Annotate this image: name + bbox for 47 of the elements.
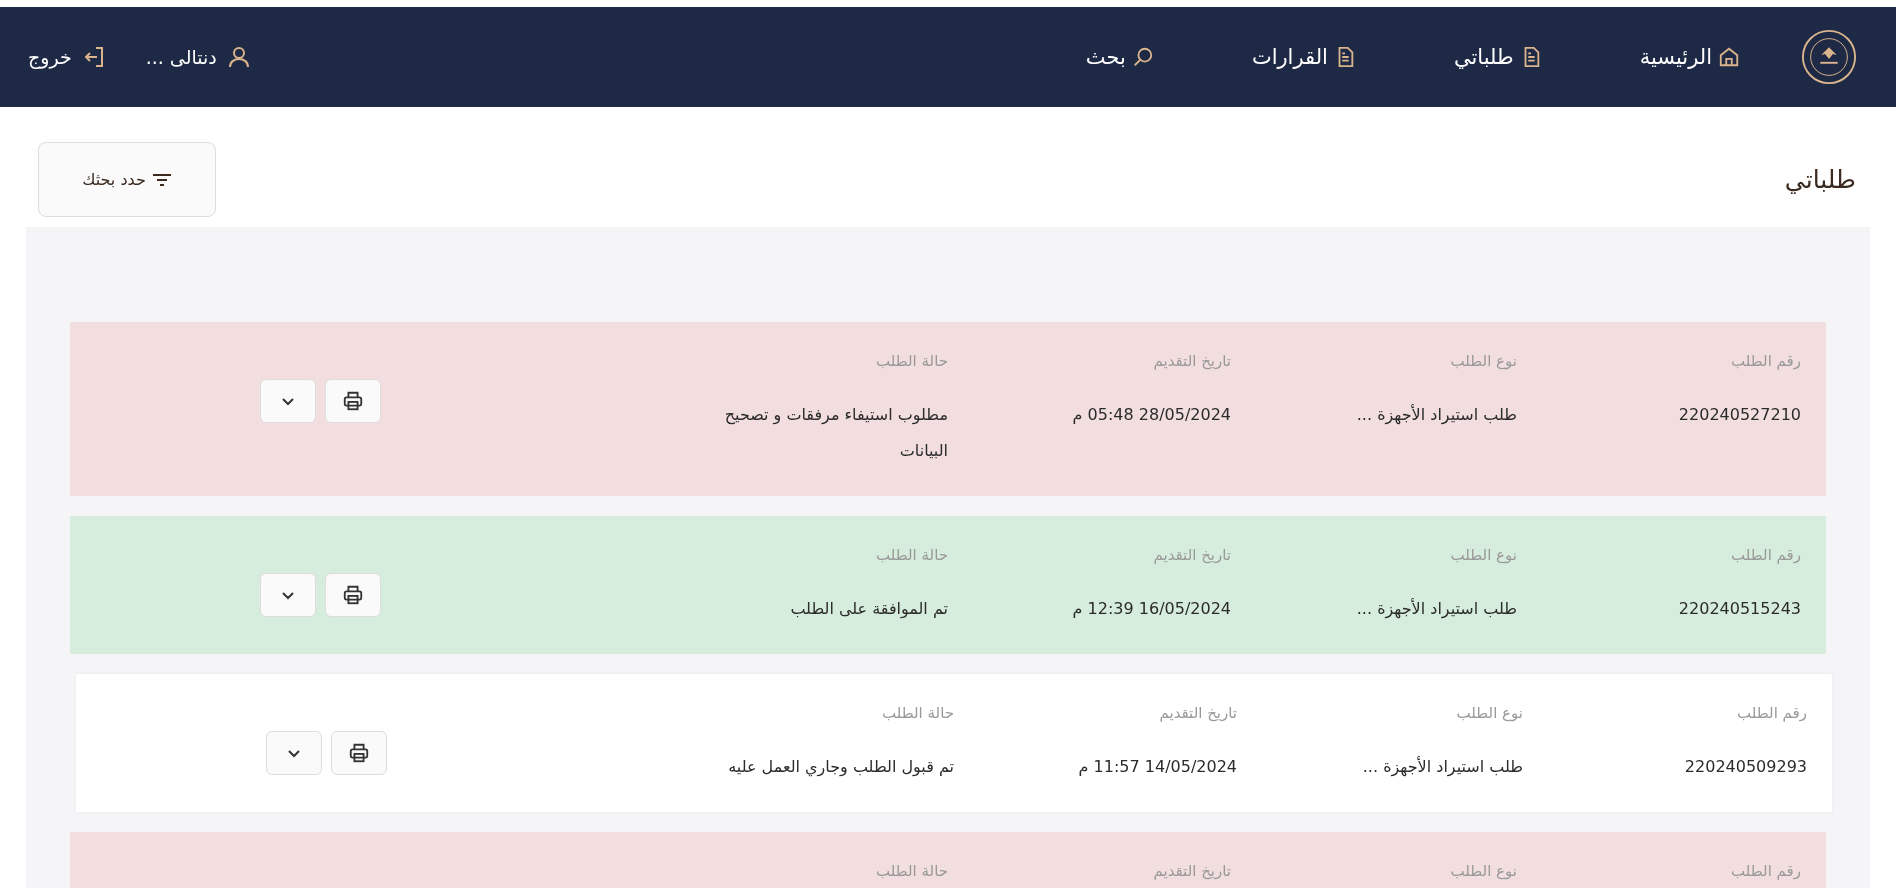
- field-label: تاريخ التقديم: [1158, 704, 1237, 722]
- page-title: طلباتي: [1784, 165, 1856, 194]
- field-label: رقم الطلب: [1730, 352, 1801, 370]
- field-label: نوع الطلب: [1449, 546, 1517, 564]
- field-value: 16/05/2024 12:39 م: [1071, 598, 1231, 620]
- field-label: رقم الطلب: [1730, 546, 1801, 564]
- printer-icon: [348, 742, 370, 764]
- field-label: تاريخ التقديم: [1152, 352, 1231, 370]
- nav-link[interactable]: القرارات: [1251, 45, 1356, 69]
- filter-icon: [151, 171, 172, 188]
- field-value: 220240509293: [1683, 756, 1807, 778]
- print-button[interactable]: [331, 731, 387, 775]
- field-value: طلب استيراد الأجهزة ...: [1355, 597, 1517, 621]
- field-label: حالة الطلب: [881, 704, 954, 722]
- field-value: 14/05/2024 11:57 م: [1077, 756, 1237, 778]
- print-button[interactable]: [325, 573, 381, 617]
- user-icon: [226, 45, 251, 69]
- printer-icon: [342, 390, 364, 412]
- printer-icon: [342, 584, 364, 606]
- field-value: تم الموافقة على الطلب: [789, 598, 948, 620]
- field-value: 28/05/2024 05:48 م: [1071, 404, 1231, 426]
- home-icon: [1718, 46, 1740, 68]
- field-label: تاريخ التقديم: [1152, 546, 1231, 564]
- field-value: 220240515243: [1677, 598, 1801, 620]
- field-value: طلب استيراد الأجهزة ...: [1355, 403, 1517, 427]
- field-value: طلب استيراد الأجهزة ...: [1361, 755, 1523, 779]
- field-label: تاريخ التقديم: [1152, 862, 1231, 880]
- field-label: حالة الطلب: [875, 546, 948, 564]
- field-label: نوع الطلب: [1455, 704, 1523, 722]
- field-value: مطلوب استيفاء مرفقات و تصحيح البيانات: [723, 404, 948, 462]
- print-button[interactable]: [325, 379, 381, 423]
- field-label: رقم الطلب: [1736, 704, 1807, 722]
- field-label: نوع الطلب: [1449, 352, 1517, 370]
- nav-link[interactable]: بحث: [1085, 45, 1154, 69]
- nav-link[interactable]: الرئيسية: [1639, 45, 1740, 69]
- field-label: حالة الطلب: [875, 862, 948, 880]
- field-label: نوع الطلب: [1449, 862, 1517, 880]
- filter-button[interactable]: حدد بحثك: [38, 142, 216, 217]
- search-icon: [1131, 46, 1154, 68]
- field-label: حالة الطلب: [875, 352, 948, 370]
- field-label: رقم الطلب: [1730, 862, 1801, 880]
- user-menu[interactable]: دنتالى ...: [145, 45, 251, 69]
- nav-link[interactable]: طلباتي: [1453, 45, 1542, 69]
- field-value: تم قبول الطلب وجاري العمل عليه: [727, 756, 954, 779]
- logout-link[interactable]: خروج: [28, 45, 106, 69]
- logo-icon: [1800, 28, 1858, 86]
- field-value: 220240527210: [1677, 404, 1801, 426]
